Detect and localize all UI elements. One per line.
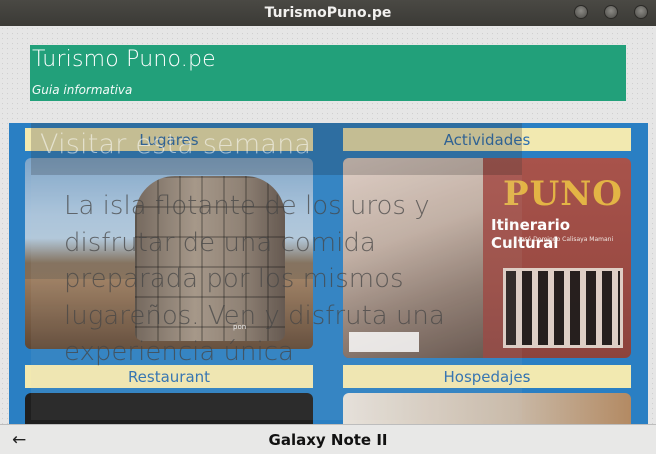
site-header: Turismo Puno.pe Guia informativa [30,45,626,101]
browser-viewport[interactable]: Turismo Puno.pe Guia informativa Lugares… [0,26,656,424]
window-controls [574,5,648,19]
device-bar: ← Galaxy Note II [0,424,656,454]
window-title: TurismoPuno.pe [264,5,392,21]
close-icon[interactable] [634,5,648,19]
featured-description: La isla flotante de los uros y disfrutar… [64,191,445,367]
window-titlebar: TurismoPuno.pe [0,0,656,26]
site-title[interactable]: Turismo Puno.pe [32,47,216,72]
device-name: Galaxy Note II [268,430,388,449]
arrow-left-icon[interactable]: ← [12,430,26,450]
maximize-icon[interactable] [604,5,618,19]
featured-title: Visitar esta semana [40,129,312,160]
cover-author: José Domingo Calisaya Mamani [519,236,614,243]
site-subtitle: Guia informativa [32,83,133,97]
minimize-icon[interactable] [574,5,588,19]
